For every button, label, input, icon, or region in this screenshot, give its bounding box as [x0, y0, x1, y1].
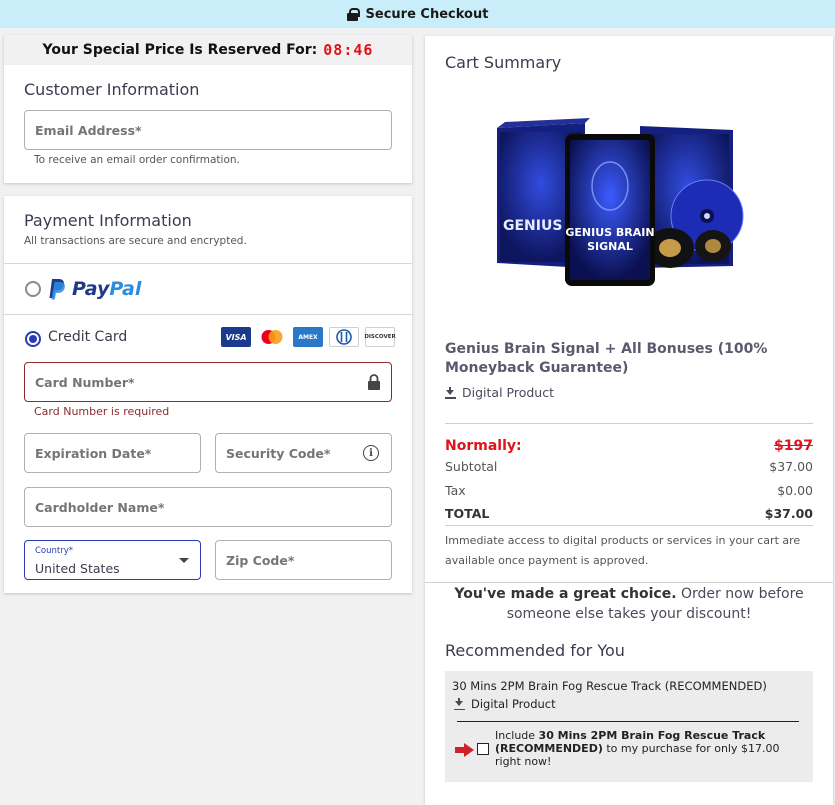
country-label: Country* [35, 546, 74, 556]
countdown-label: Your Special Price Is Reserved For: [42, 42, 318, 58]
product-image: GENIUS GENIUS BRAIN SIGNAL [497, 118, 744, 286]
padlock-icon [368, 374, 380, 390]
visa-icon: VISA [221, 327, 251, 347]
lock-icon [346, 7, 360, 21]
mastercard-icon [257, 327, 287, 347]
include-prefix: Include [495, 729, 539, 742]
card-number-input[interactable] [35, 374, 391, 390]
product-box-title-line-2: SIGNAL [587, 240, 633, 253]
paypal-option[interactable]: PayPal [48, 278, 141, 300]
total-label: TOTAL [445, 506, 490, 521]
payment-info-card: Payment Information All transactions are… [4, 196, 412, 593]
email-field[interactable] [24, 110, 392, 150]
product-box-title-line-1: GENIUS BRAIN [565, 226, 654, 239]
total-value: $37.00 [764, 506, 813, 521]
divider [425, 582, 833, 583]
subtotal-row: Subtotal $37.00 [445, 459, 813, 474]
normally-price-row: Normally: $197 [445, 438, 813, 454]
credit-card-label[interactable]: Credit Card [48, 329, 127, 345]
divider [4, 314, 412, 315]
divider [457, 721, 799, 722]
amex-icon: AMEX [293, 327, 323, 347]
secure-checkout-title: Secure Checkout [365, 6, 489, 22]
card-number-error: Card Number is required [34, 405, 170, 418]
great-choice-message: You've made a great choice. Order now be… [445, 584, 813, 624]
zip-code-field[interactable] [215, 540, 392, 580]
product-type-label: Digital Product [462, 385, 554, 400]
recommended-item-name: 30 Mins 2PM Brain Fog Rescue Track (RECO… [452, 679, 767, 693]
recommended-item-type: Digital Product [454, 697, 556, 711]
countdown-timer: 08:46 [323, 41, 374, 59]
subtotal-value: $37.00 [769, 459, 813, 474]
download-icon [445, 386, 456, 399]
paypal-radio[interactable] [25, 281, 41, 297]
email-input[interactable] [35, 122, 391, 138]
cardholder-name-field[interactable] [24, 487, 392, 527]
recommended-item-type-label: Digital Product [471, 697, 556, 711]
include-upsell-text[interactable]: Include 30 Mins 2PM Brain Fog Rescue Tra… [495, 729, 800, 768]
countdown-banner: Your Special Price Is Reserved For: 08:4… [4, 35, 412, 65]
cart-summary-title: Cart Summary [445, 53, 562, 72]
country-select[interactable]: Country* United States [24, 540, 201, 580]
country-value: United States [35, 561, 120, 576]
approval-note: Immediate access to digital products or … [445, 534, 801, 567]
recommended-item: 30 Mins 2PM Brain Fog Rescue Track (RECO… [445, 671, 813, 782]
download-icon [454, 698, 465, 710]
paypal-icon [49, 279, 65, 300]
product-type: Digital Product [445, 385, 554, 400]
chevron-down-icon [179, 558, 189, 563]
cart-summary-panel: Cart Summary GENIUS GENIUS BRAIN SIGNAL … [425, 36, 833, 805]
tax-row: Tax $0.00 [445, 483, 813, 498]
info-icon[interactable]: i [363, 445, 379, 461]
discover-icon: DISCOVER [364, 327, 396, 347]
paypal-wordmark-pal: Pal [109, 278, 142, 300]
arrow-right-icon [455, 743, 474, 757]
product-name: Genius Brain Signal + All Bonuses (100% … [445, 341, 768, 376]
great-choice-bold: You've made a great choice. [454, 586, 677, 602]
zip-code-input[interactable] [226, 552, 391, 568]
total-row: TOTAL $37.00 [445, 506, 813, 521]
email-hint: To receive an email order confirmation. [34, 154, 240, 166]
secure-checkout-bar: Secure Checkout [0, 0, 835, 28]
divider [4, 263, 412, 264]
subtotal-label: Subtotal [445, 459, 498, 474]
recommended-title: Recommended for You [445, 641, 625, 660]
tax-label: Tax [445, 483, 466, 498]
card-brand-badges: VISA AMEX DISCOVER [221, 327, 396, 347]
expiration-date-input[interactable] [35, 445, 200, 461]
product-box-side-text: GENIUS [503, 218, 562, 234]
divider [445, 423, 813, 424]
expiration-date-field[interactable] [24, 433, 201, 473]
card-number-field[interactable] [24, 362, 392, 402]
payment-info-title: Payment Information [24, 211, 192, 230]
diners-icon [329, 327, 359, 347]
normally-value: $197 [774, 438, 813, 454]
customer-info-title: Customer Information [24, 80, 200, 99]
paypal-wordmark-pay: Pay [72, 278, 110, 300]
tax-value: $0.00 [777, 483, 813, 498]
payment-info-subtitle: All transactions are secure and encrypte… [24, 235, 247, 247]
cardholder-name-input[interactable] [35, 499, 391, 515]
credit-card-radio[interactable] [25, 331, 41, 347]
normally-label: Normally: [445, 438, 522, 454]
customer-info-card: Your Special Price Is Reserved For: 08:4… [4, 35, 412, 183]
security-code-field[interactable]: i [215, 433, 392, 473]
divider [445, 525, 813, 526]
include-upsell-checkbox[interactable] [477, 743, 489, 755]
